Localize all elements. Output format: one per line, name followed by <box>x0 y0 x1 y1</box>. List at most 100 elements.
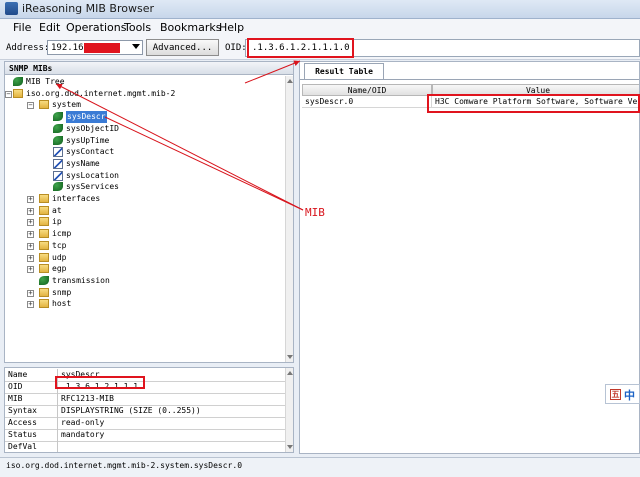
detail-key: Syntax <box>8 406 37 415</box>
collapse-icon[interactable]: − <box>5 90 12 98</box>
leaf-icon <box>53 123 63 133</box>
expand-icon[interactable]: + <box>27 196 34 203</box>
tree-node-label: sysObjectID <box>66 123 119 133</box>
tree-node-syscontact[interactable]: sysContact <box>5 146 283 158</box>
input-method-icon: 五 <box>610 389 621 400</box>
tree-node-sysdescr[interactable]: sysDescr <box>5 111 283 124</box>
tree-node-label: snmp <box>52 287 72 297</box>
detail-oid-highlight-box <box>55 376 145 389</box>
menu-edit[interactable]: Edit <box>39 21 60 34</box>
tree-node-label: sysContact <box>66 147 115 157</box>
detail-key: MIB <box>8 394 23 403</box>
tree-node-ip[interactable]: + ip <box>5 216 283 228</box>
details-scrollbar[interactable] <box>285 368 293 452</box>
tree-node-label: host <box>52 299 72 309</box>
tab-result-table[interactable]: Result Table <box>304 63 384 79</box>
value-highlight-box <box>427 94 640 113</box>
tree-node-label: interfaces <box>52 194 101 203</box>
expand-icon[interactable]: + <box>27 289 34 297</box>
menu-bar: File Edit Operations Tools Bookmarks Hel… <box>0 19 640 37</box>
tree-node-sysobjectid[interactable]: sysObjectID <box>5 123 283 135</box>
mib-browser-app-icon <box>5 2 18 15</box>
tree-node-label: udp <box>52 252 67 262</box>
tree-node-at[interactable]: + at <box>5 205 283 217</box>
oid-label: OID: <box>225 43 247 53</box>
column-separator <box>57 405 58 417</box>
chevron-down-icon[interactable] <box>132 44 140 49</box>
menu-tools[interactable]: Tools <box>124 21 151 34</box>
detail-value: RFC1213-MIB <box>61 394 114 403</box>
address-label: Address: <box>6 43 50 53</box>
tree-node-label: sysServices <box>66 182 119 192</box>
tree-node-sysname[interactable]: sysName <box>5 158 283 170</box>
menu-bookmarks[interactable]: Bookmarks <box>160 21 221 34</box>
expand-icon[interactable]: + <box>27 219 34 227</box>
folder-icon <box>39 217 49 227</box>
folder-icon <box>39 264 49 274</box>
tree-node-label: tcp <box>52 240 67 250</box>
tree-node-udp[interactable]: + udp <box>5 252 283 264</box>
result-row-name[interactable]: sysDescr.0 <box>302 96 432 108</box>
tree-node-egp[interactable]: + egp <box>5 263 283 275</box>
folder-icon <box>39 299 49 309</box>
expand-icon[interactable]: + <box>27 266 34 274</box>
tree-node-tcp[interactable]: + tcp <box>5 240 283 252</box>
detail-key: Access <box>8 418 37 427</box>
expand-icon[interactable]: + <box>27 207 34 215</box>
leaf-icon <box>53 182 63 192</box>
editable-leaf-icon <box>53 170 63 181</box>
tree-scrollbar[interactable] <box>285 76 293 362</box>
tree-node-label: transmission <box>52 275 110 285</box>
tree-node-transmission[interactable]: transmission <box>5 275 283 287</box>
folder-icon <box>39 229 49 239</box>
mib-details-panel: Name sysDescr OID .1.3.6.1.2.1.1.1 MIB RFC121… <box>4 367 294 453</box>
tree-node-label: sysName <box>66 158 100 168</box>
tree-node-sysservices[interactable]: sysServices <box>5 181 283 193</box>
tree-node-system[interactable]: − system <box>5 99 283 111</box>
scroll-up-icon[interactable] <box>287 79 293 83</box>
tree-node-label: iso.org.dod.internet.mgmt.mib-2 <box>26 88 176 98</box>
ime-language-label: 中 <box>624 389 635 402</box>
menu-operations[interactable]: Operations <box>66 21 126 34</box>
input-method-indicator[interactable]: 五 中 <box>605 384 640 404</box>
menu-file[interactable]: File <box>13 21 31 34</box>
tree-node-label: sysLocation <box>66 170 119 180</box>
detail-key: Status <box>8 430 37 439</box>
tree-node-host[interactable]: + host <box>5 298 283 310</box>
column-separator <box>57 441 58 452</box>
tree-node-sysuptime[interactable]: sysUpTime <box>5 135 283 147</box>
detail-value: mandatory <box>61 430 105 439</box>
tree-node-label: sysDescr <box>66 111 107 124</box>
tree-node-label: ip <box>52 217 62 227</box>
collapse-icon[interactable]: − <box>27 102 34 110</box>
result-panel: Result Table Name/OID Value sysDescr.0 H… <box>299 61 640 454</box>
scroll-up-icon[interactable] <box>287 371 293 375</box>
tree-node-interfaces[interactable]: + interfaces <box>5 193 283 205</box>
expand-icon[interactable]: + <box>27 242 34 250</box>
tree-node-icmp[interactable]: + icmp <box>5 228 283 240</box>
scroll-down-icon[interactable] <box>287 355 293 359</box>
mib-tree-panel: SNMP MIBs MIB Tree − iso.org.dod.internet.… <box>4 61 294 363</box>
oid-highlight-box <box>247 38 354 58</box>
column-header-name-oid[interactable]: Name/OID <box>302 84 432 96</box>
detail-key: DefVal <box>8 442 37 451</box>
tree-node-syslocation[interactable]: sysLocation <box>5 170 283 182</box>
tab-divider <box>300 79 639 80</box>
tree-node-label: at <box>52 205 62 215</box>
status-bar: iso.org.dod.internet.mgmt.mib-2.system.s… <box>0 457 640 477</box>
folder-icon <box>39 240 49 250</box>
expand-icon[interactable]: + <box>27 254 34 262</box>
menu-help[interactable]: Help <box>219 21 244 34</box>
tree-node-snmp[interactable]: + snmp <box>5 287 283 299</box>
tree-node-mib-tree[interactable]: MIB Tree <box>5 76 283 88</box>
column-separator <box>57 429 58 441</box>
editable-leaf-icon <box>53 158 63 169</box>
scroll-down-icon[interactable] <box>287 445 293 449</box>
column-separator <box>57 417 58 429</box>
detail-key: OID <box>8 382 23 391</box>
tree-node-iso-org-dod-internet-mgmt-mib-2[interactable]: − iso.org.dod.internet.mgmt.mib-2 <box>5 88 283 100</box>
advanced-button[interactable]: Advanced... <box>146 39 219 56</box>
tree-root-icon <box>13 77 23 86</box>
expand-icon[interactable]: + <box>27 231 34 239</box>
expand-icon[interactable]: + <box>27 301 34 309</box>
